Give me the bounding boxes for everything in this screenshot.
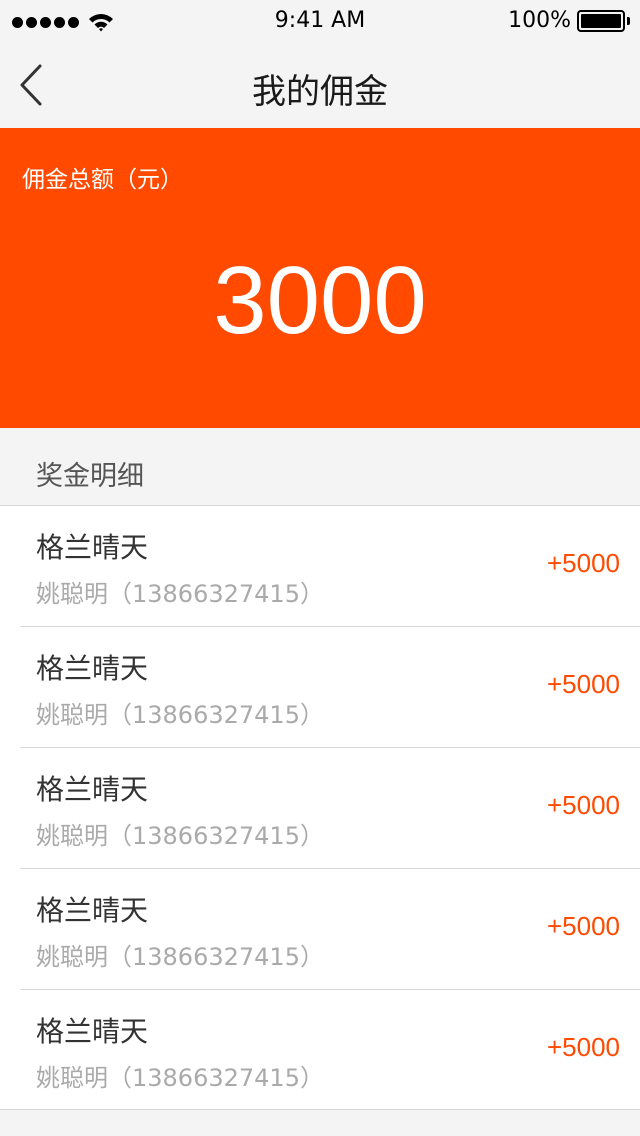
battery-icon [577, 9, 625, 32]
section-header: 奖金明细 [0, 428, 640, 505]
bonus-amount: +5000 [546, 548, 620, 578]
section-title: 奖金明细 [36, 461, 144, 492]
client-info: 姚聪明（13866327415） [36, 580, 324, 608]
commission-summary: 佣金总额（元） 3000 [0, 128, 640, 428]
project-name: 格兰晴天 [36, 652, 149, 685]
bonus-amount: +5000 [546, 790, 620, 820]
list-item[interactable]: 格兰晴天 姚聪明（13866327415） +5000 [20, 748, 640, 869]
total-commission-label: 佣金总额（元） [22, 167, 183, 193]
project-name: 格兰晴天 [36, 531, 149, 564]
bonus-detail-list: 格兰晴天 姚聪明（13866327415） +5000 格兰晴天 姚聪明（138… [0, 505, 640, 1110]
client-info: 姚聪明（13866327415） [36, 701, 324, 729]
total-commission-amount: 3000 [213, 247, 427, 354]
battery-level [581, 13, 621, 28]
list-item[interactable]: 格兰晴天 姚聪明（13866327415） +5000 [20, 627, 640, 748]
client-info: 姚聪明（13866327415） [36, 1064, 324, 1092]
list-item[interactable]: 格兰晴天 姚聪明（13866327415） +5000 [20, 506, 640, 627]
project-name: 格兰晴天 [36, 773, 149, 806]
status-bar: 9:41 AM 100% [0, 0, 640, 42]
client-info: 姚聪明（13866327415） [36, 822, 324, 850]
project-name: 格兰晴天 [36, 894, 149, 927]
bonus-amount: +5000 [546, 1032, 620, 1062]
battery-indicator: 100% [508, 8, 630, 33]
list-item[interactable]: 格兰晴天 姚聪明（13866327415） +5000 [20, 869, 640, 990]
battery-cap [627, 16, 630, 25]
bonus-amount: +5000 [546, 911, 620, 941]
battery-percent: 100% [508, 8, 571, 33]
navigation-bar: 我的佣金 [0, 42, 640, 128]
project-name: 格兰晴天 [36, 1015, 149, 1048]
client-info: 姚聪明（13866327415） [36, 943, 324, 971]
list-item[interactable]: 格兰晴天 姚聪明（13866327415） +5000 [20, 990, 640, 1110]
page-title: 我的佣金 [252, 72, 388, 112]
bonus-amount: +5000 [546, 669, 620, 699]
